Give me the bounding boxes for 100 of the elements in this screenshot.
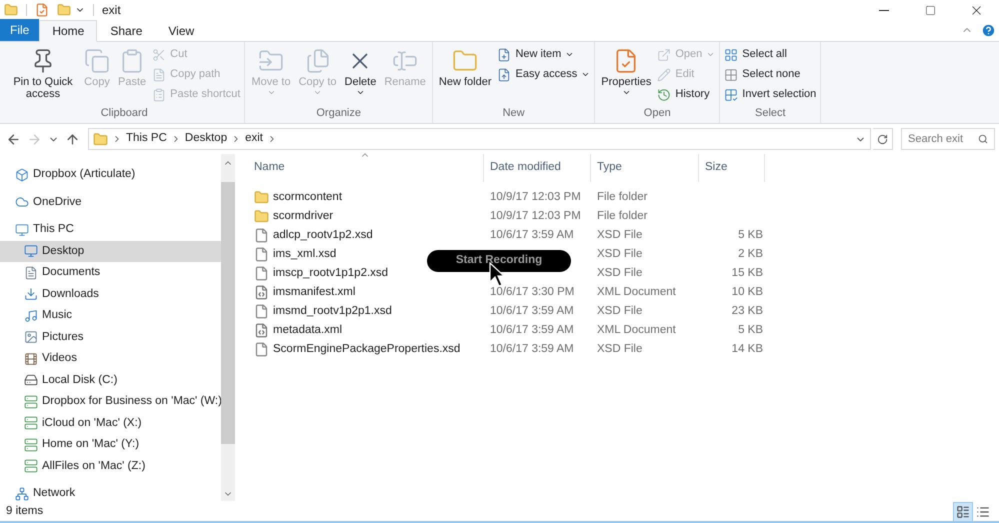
caret-icon bbox=[266, 88, 276, 97]
nav-item[interactable]: Dropbox for Business on 'Mac' (W:) bbox=[0, 391, 221, 412]
table-cell: File folder bbox=[597, 190, 648, 203]
open-icon bbox=[657, 48, 672, 62]
help-icon[interactable] bbox=[981, 23, 996, 38]
group-label: Organize bbox=[315, 106, 362, 120]
hard-drive-icon bbox=[24, 373, 38, 388]
nav-item[interactable]: Pictures bbox=[0, 326, 221, 348]
ribbon-tab[interactable]: View bbox=[155, 20, 208, 42]
group-label: Open bbox=[642, 106, 672, 120]
ribbon-tab[interactable]: Home bbox=[39, 20, 98, 42]
caret-icon bbox=[356, 88, 365, 97]
history-icon bbox=[657, 88, 672, 102]
table-cell: 10/9/17 12:03 PM bbox=[490, 190, 581, 203]
nav-item[interactable]: Network bbox=[0, 483, 221, 504]
file-name[interactable]: scormdriver bbox=[254, 208, 334, 226]
file-name[interactable]: ims_xml.xsd bbox=[254, 246, 336, 264]
breadcrumb[interactable]: This PC bbox=[126, 130, 167, 148]
column-header[interactable]: Type bbox=[591, 154, 699, 182]
refresh-button[interactable] bbox=[873, 128, 893, 150]
ribbon-button[interactable]: Pin to Quick access bbox=[8, 46, 78, 100]
details-view-button[interactable] bbox=[953, 502, 973, 522]
grid-icon bbox=[724, 68, 738, 82]
clipboard-icon bbox=[152, 88, 166, 102]
table-cell: File folder bbox=[597, 210, 648, 222]
table-cell: 10/6/17 3:59 AM bbox=[490, 304, 574, 317]
network-drive-icon bbox=[24, 459, 38, 474]
table-cell: 5 KB bbox=[738, 324, 763, 336]
breadcrumb[interactable]: Desktop bbox=[184, 130, 228, 148]
music-note-icon bbox=[24, 308, 38, 323]
pencil-icon bbox=[657, 68, 672, 82]
file-name[interactable]: metadata.xml bbox=[254, 322, 342, 340]
nav-item[interactable]: OneDrive bbox=[0, 192, 221, 213]
recording-pill[interactable]: Start Recording bbox=[427, 250, 571, 272]
scrollbar[interactable] bbox=[221, 154, 235, 501]
ribbon-button[interactable]: Delete bbox=[342, 46, 378, 97]
square-icon bbox=[924, 4, 936, 16]
file-icon bbox=[254, 266, 269, 281]
address-bar[interactable]: This PC Desktop exit bbox=[88, 128, 871, 150]
film-icon bbox=[24, 352, 38, 366]
column-header[interactable]: Date modified bbox=[484, 154, 591, 182]
ribbon-button[interactable]: Select none bbox=[724, 66, 816, 83]
nav-item[interactable]: Home on 'Mac' (Y:) bbox=[0, 434, 221, 456]
copy-icon bbox=[84, 48, 110, 74]
search-field[interactable]: Search exit bbox=[901, 128, 995, 150]
box-icon bbox=[15, 168, 29, 182]
status-text: 9 items bbox=[6, 504, 44, 520]
file-name[interactable]: ScormEnginePackageProperties.xsd bbox=[254, 340, 460, 358]
file-name[interactable]: imsmd_rootv1p2p1.xsd bbox=[254, 302, 392, 320]
nav-item[interactable]: Videos bbox=[0, 348, 221, 370]
caret-icon bbox=[313, 88, 322, 97]
nav-item[interactable]: Dropbox (Articulate) bbox=[0, 164, 221, 186]
new-file-icon bbox=[497, 48, 512, 62]
search-icon bbox=[978, 134, 988, 144]
table-cell: 2 KB bbox=[738, 248, 763, 260]
caret-icon bbox=[622, 88, 631, 97]
ribbon-button[interactable]: Select all bbox=[724, 46, 816, 63]
nav-item[interactable]: Documents bbox=[0, 262, 221, 284]
ribbon-tab[interactable]: Share bbox=[97, 20, 156, 42]
refresh-icon bbox=[877, 134, 888, 144]
copy-icon bbox=[304, 48, 331, 74]
nav-item[interactable]: Local Disk (C:) bbox=[0, 370, 221, 391]
table-cell: XML Document bbox=[597, 286, 676, 298]
table-cell: XSD File bbox=[597, 304, 642, 317]
ribbon-button[interactable]: History bbox=[657, 86, 716, 103]
column-header[interactable]: Size bbox=[699, 154, 765, 182]
network-drive-icon bbox=[24, 416, 38, 430]
nav-item[interactable]: Music bbox=[0, 305, 221, 326]
table-cell: XML Document bbox=[597, 324, 676, 336]
nav-item[interactable]: This PC bbox=[0, 219, 221, 240]
file-name[interactable]: imsmanifest.xml bbox=[254, 284, 356, 302]
table-cell: 15 KB bbox=[732, 266, 763, 279]
ribbon-button[interactable]: New item bbox=[497, 46, 590, 63]
table-cell: 10/6/17 3:59 AM bbox=[490, 342, 574, 355]
nav-item[interactable]: iCloud on 'Mac' (X:) bbox=[0, 412, 221, 434]
table-cell: 14 KB bbox=[732, 342, 763, 355]
table-cell: XSD File bbox=[597, 266, 642, 279]
network-drive-icon bbox=[24, 438, 38, 452]
list-icon bbox=[956, 505, 970, 519]
file-name[interactable]: adlcp_rootv1p2.xsd bbox=[254, 226, 373, 244]
checked-document-icon bbox=[35, 3, 49, 17]
ribbon-button[interactable]: Easy access bbox=[497, 66, 590, 83]
nav-item[interactable]: AllFiles on 'Mac' (Z:) bbox=[0, 456, 221, 477]
file-name[interactable]: imscp_rootv1p1p2.xsd bbox=[254, 264, 388, 282]
nav-item[interactable]: Desktop bbox=[0, 240, 221, 262]
nav-item[interactable]: Downloads bbox=[0, 284, 221, 305]
table-cell: 23 KB bbox=[732, 304, 763, 317]
ribbon-button[interactable]: Properties bbox=[599, 46, 654, 97]
ribbon-button[interactable]: Invert selection bbox=[724, 86, 816, 103]
table-cell: XSD File bbox=[597, 248, 642, 260]
folder-icon bbox=[4, 3, 18, 17]
column-header[interactable]: Name bbox=[254, 154, 484, 182]
document-icon bbox=[24, 266, 38, 280]
breadcrumb[interactable]: exit bbox=[245, 130, 263, 148]
monitor-icon bbox=[15, 222, 29, 237]
folder-icon bbox=[254, 190, 269, 205]
caret-icon bbox=[706, 50, 716, 59]
ribbon-button[interactable]: New folder bbox=[436, 46, 494, 88]
file-name[interactable]: scormcontent bbox=[254, 188, 342, 206]
file-tab[interactable]: File bbox=[0, 19, 40, 41]
